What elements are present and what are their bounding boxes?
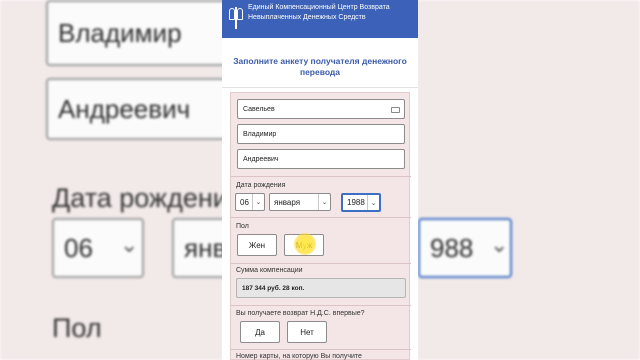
birth-month-select[interactable]: января ⌄	[269, 193, 331, 211]
form-title-area: Заполните анкету получателя денежного пе…	[222, 38, 418, 88]
background-right-panel	[418, 0, 640, 360]
vat-question-label: Вы получаете возврат Н.Д.С. впервые?	[236, 310, 365, 317]
background-first-name-field: Владимир	[46, 0, 242, 66]
gender-label: Пол	[236, 223, 249, 230]
background-chevron-down-icon: ⌄	[120, 232, 139, 257]
patronymic-input[interactable]: Андреевич	[237, 149, 405, 169]
background-patronymic-text: Андреевич	[58, 93, 191, 124]
gender-female-button[interactable]: Жен	[237, 234, 277, 256]
phone-screen: Единый Компенсационный Центр Возврата Не…	[222, 0, 418, 360]
background-patronymic-field: Андреевич	[46, 78, 242, 140]
organization-name: Единый Компенсационный Центр Возврата Не…	[248, 4, 390, 21]
amount-label: Сумма компенсации	[236, 267, 303, 274]
touch-cursor-highlight	[294, 233, 316, 255]
last-name-input[interactable]: Савельев	[237, 99, 405, 119]
background-first-name-text: Владимир	[58, 17, 182, 48]
birth-year-select[interactable]: 1988 ⌄	[341, 193, 381, 212]
background-year-text: 988	[430, 232, 474, 263]
birth-year-value: 1988	[347, 198, 365, 207]
divider	[231, 217, 411, 218]
first-name-value: Владимир	[243, 130, 277, 138]
divider	[231, 263, 411, 264]
chevron-down-icon: ⌄	[367, 195, 379, 210]
chevron-down-icon: ⌄	[252, 194, 264, 210]
background-gender-label: Пол	[52, 313, 102, 343]
birth-date-label: Дата рождения	[236, 182, 286, 189]
background-day-text: 06	[64, 232, 93, 263]
background-month-text: янв	[184, 232, 227, 263]
first-name-input[interactable]: Владимир	[237, 124, 405, 144]
birth-month-value: января	[274, 197, 301, 207]
recipient-form: Савельев Владимир Андреевич Дата рождени…	[230, 92, 411, 360]
site-header: Единый Компенсационный Центр Возврата Не…	[222, 0, 418, 38]
emblem-logo-icon	[229, 5, 243, 31]
vat-yes-button[interactable]: Да	[240, 321, 280, 343]
form-title: Заполните анкету получателя денежного пе…	[233, 56, 407, 77]
divider	[231, 349, 411, 350]
background-chevron-down-icon: ⌄	[490, 232, 509, 257]
birth-day-select[interactable]: 06 ⌄	[235, 193, 265, 211]
birth-day-value: 06	[240, 197, 249, 207]
background-birth-label: Дата рождени	[52, 183, 228, 213]
last-name-value: Савельев	[243, 105, 275, 113]
vat-no-button[interactable]: Нет	[287, 321, 327, 343]
autofill-card-icon	[391, 107, 400, 113]
card-number-label: Номер карты, на которую Вы получите	[236, 353, 362, 360]
patronymic-value: Андреевич	[243, 155, 279, 163]
divider	[231, 176, 411, 177]
divider	[231, 305, 411, 306]
chevron-down-icon: ⌄	[318, 194, 330, 210]
amount-value-field: 187 344 руб. 28 коп.	[236, 278, 406, 298]
